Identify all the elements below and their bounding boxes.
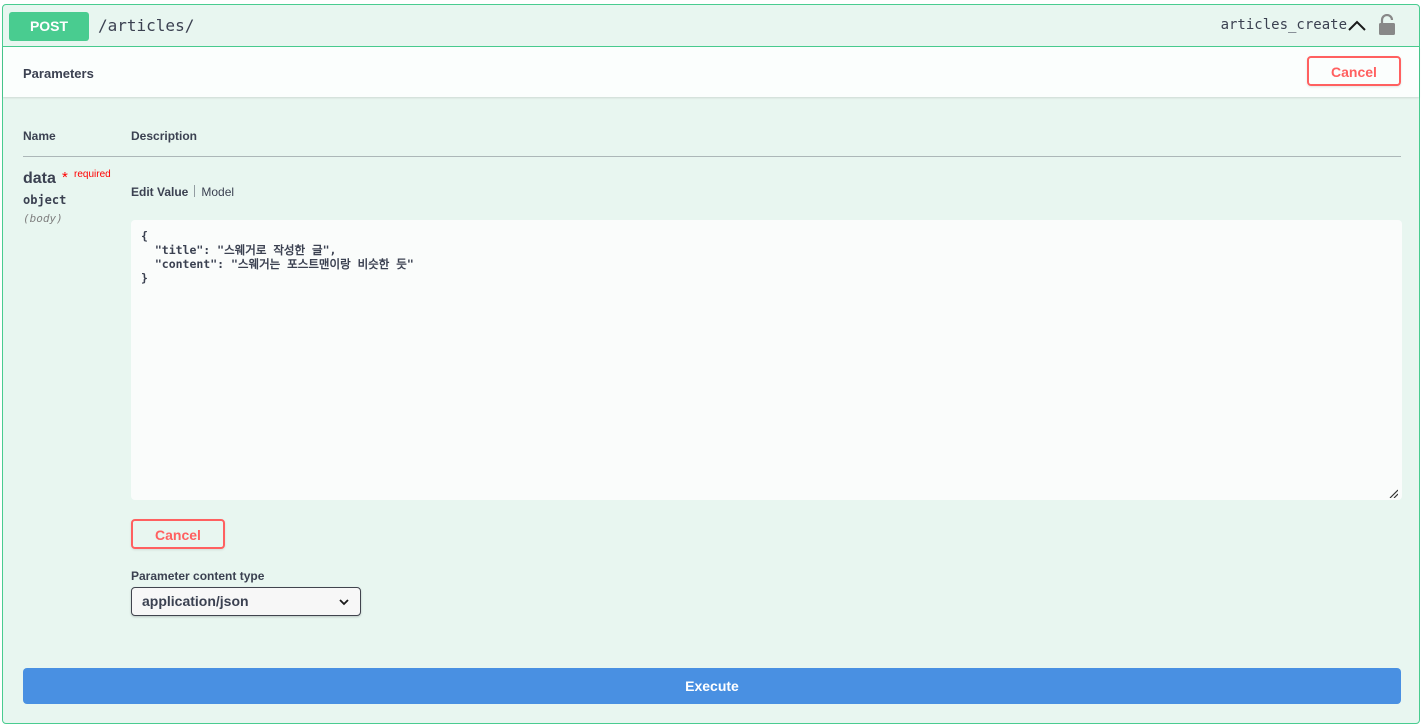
cancel-try-out-button[interactable]: Cancel (1307, 56, 1401, 86)
operation-id: articles_create (1220, 17, 1347, 33)
chevron-down-icon (339, 599, 349, 606)
tab-model[interactable]: Model (201, 185, 234, 199)
method-badge: POST (9, 12, 89, 41)
operation-path: /articles/ (98, 16, 195, 35)
lock-icon[interactable] (1377, 14, 1397, 36)
tab-divider (194, 185, 196, 197)
parameter-type: object (23, 193, 67, 207)
cancel-edit-button[interactable]: Cancel (131, 519, 225, 549)
request-body-editor[interactable]: { "title": "스웨거로 작성한 글", "content": "스웨거… (131, 220, 1402, 500)
required-label: required (74, 169, 111, 180)
execute-button[interactable]: Execute (23, 668, 1401, 704)
parameters-title: Parameters (23, 66, 94, 81)
content-type-value: application/json (142, 593, 249, 609)
operation-summary[interactable]: POST /articles/ articles_create (3, 5, 1419, 47)
parameter-name: data (23, 170, 56, 187)
body-tabs: Edit Value Model (131, 185, 234, 199)
column-header-name: Name (23, 129, 56, 143)
parameters-header: Parameters Cancel (3, 47, 1419, 97)
parameter-location: (body) (23, 212, 63, 225)
operation-block: POST /articles/ articles_create Paramete… (2, 4, 1420, 724)
content-type-label: Parameter content type (131, 569, 265, 583)
resize-handle-icon[interactable] (1388, 488, 1398, 498)
table-header-divider (23, 156, 1401, 157)
chevron-up-icon[interactable] (1347, 16, 1367, 36)
content-type-select[interactable]: application/json (131, 587, 361, 616)
tab-edit-value[interactable]: Edit Value (131, 185, 188, 199)
column-header-description: Description (131, 129, 198, 143)
required-star: * (62, 169, 68, 186)
